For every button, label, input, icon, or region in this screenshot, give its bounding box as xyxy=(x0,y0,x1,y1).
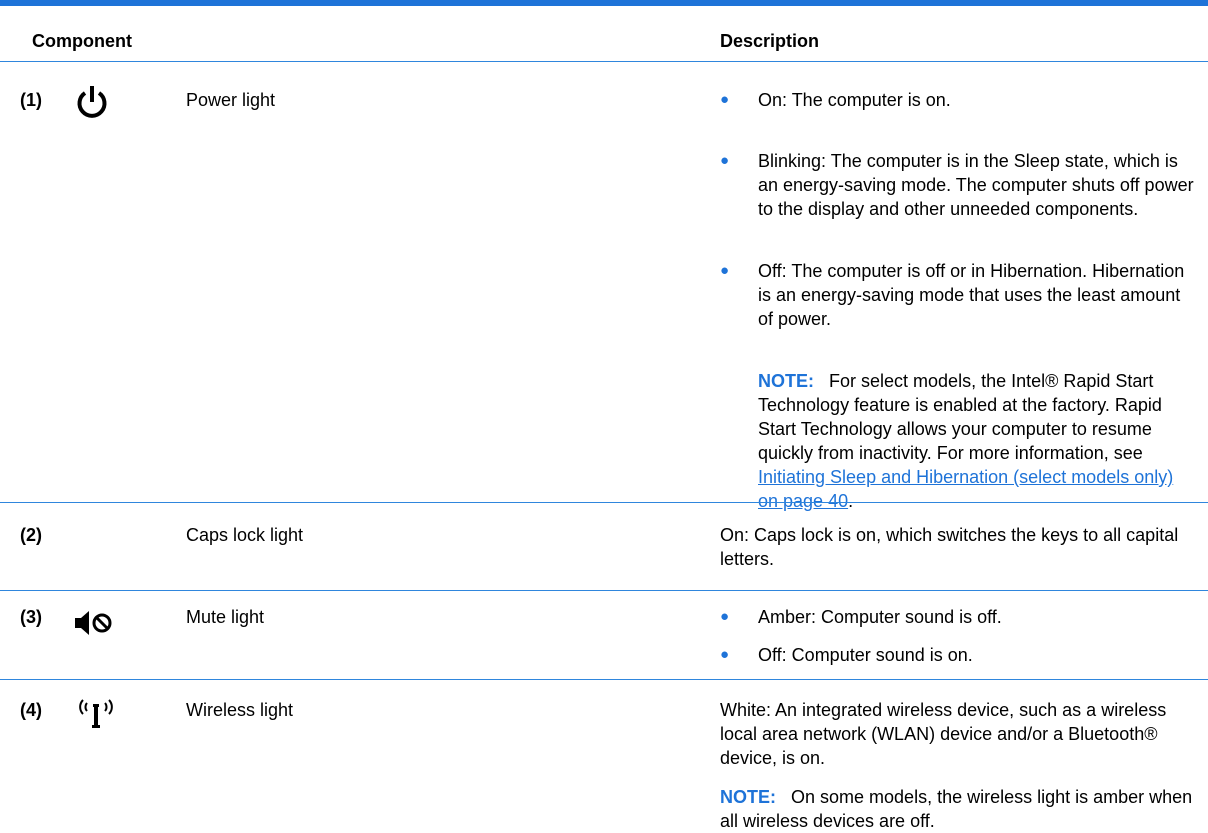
row-1-bullet-3: Off: The computer is off or in Hibernati… xyxy=(758,261,1185,329)
note-tail: . xyxy=(848,491,854,511)
bullet-icon: ● xyxy=(720,262,730,279)
row-3-bullet-1: Amber: Computer sound is off. xyxy=(758,607,1002,627)
table-top-rule xyxy=(0,0,1208,6)
bullet-icon: ● xyxy=(720,152,730,169)
bullet-icon: ● xyxy=(720,91,730,108)
bullet-icon: ● xyxy=(720,608,730,625)
row-4-note: NOTE: On some models, the wireless light… xyxy=(720,785,1200,833)
header-component: Component xyxy=(32,31,132,51)
mute-icon xyxy=(74,608,116,644)
row-4-component: Wireless light xyxy=(186,700,294,720)
row-1-note: NOTE: For select models, the Intel® Rapi… xyxy=(758,369,1198,513)
row-3-bullet-2: Off: Computer sound is on. xyxy=(758,645,973,665)
row-1-bullet-2: Blinking: The computer is in the Sleep s… xyxy=(758,151,1194,219)
note-text: On some models, the wireless light is am… xyxy=(720,787,1193,831)
bullet-icon: ● xyxy=(720,646,730,663)
row-1-number: (1) xyxy=(20,90,42,110)
header-rule xyxy=(0,61,1208,62)
component-table: Component Description (1) Power light ● … xyxy=(0,0,1208,833)
row-2-component: Caps lock light xyxy=(186,525,304,545)
header-description: Description xyxy=(720,31,820,51)
row-2-rule xyxy=(0,590,1208,591)
row-1-rule xyxy=(0,502,1208,503)
row-3-number: (3) xyxy=(20,607,42,627)
row-1-bullet-1: On: The computer is on. xyxy=(758,90,951,110)
row-2-description: On: Caps lock is on, which switches the … xyxy=(720,525,1179,569)
power-icon xyxy=(74,84,110,126)
row-3-component: Mute light xyxy=(186,607,265,627)
row-4-number: (4) xyxy=(20,700,42,720)
note-text: For select models, the Intel® Rapid Star… xyxy=(758,371,1162,463)
row-4-description: White: An integrated wireless device, su… xyxy=(720,700,1167,768)
row-2-number: (2) xyxy=(20,525,42,545)
row-3-rule xyxy=(0,679,1208,680)
row-1-component: Power light xyxy=(186,90,276,110)
note-label: NOTE: xyxy=(758,371,814,391)
note-label: NOTE: xyxy=(720,787,776,807)
sleep-hibernation-link[interactable]: Initiating Sleep and Hibernation (select… xyxy=(758,467,1173,511)
wireless-icon xyxy=(74,694,118,738)
